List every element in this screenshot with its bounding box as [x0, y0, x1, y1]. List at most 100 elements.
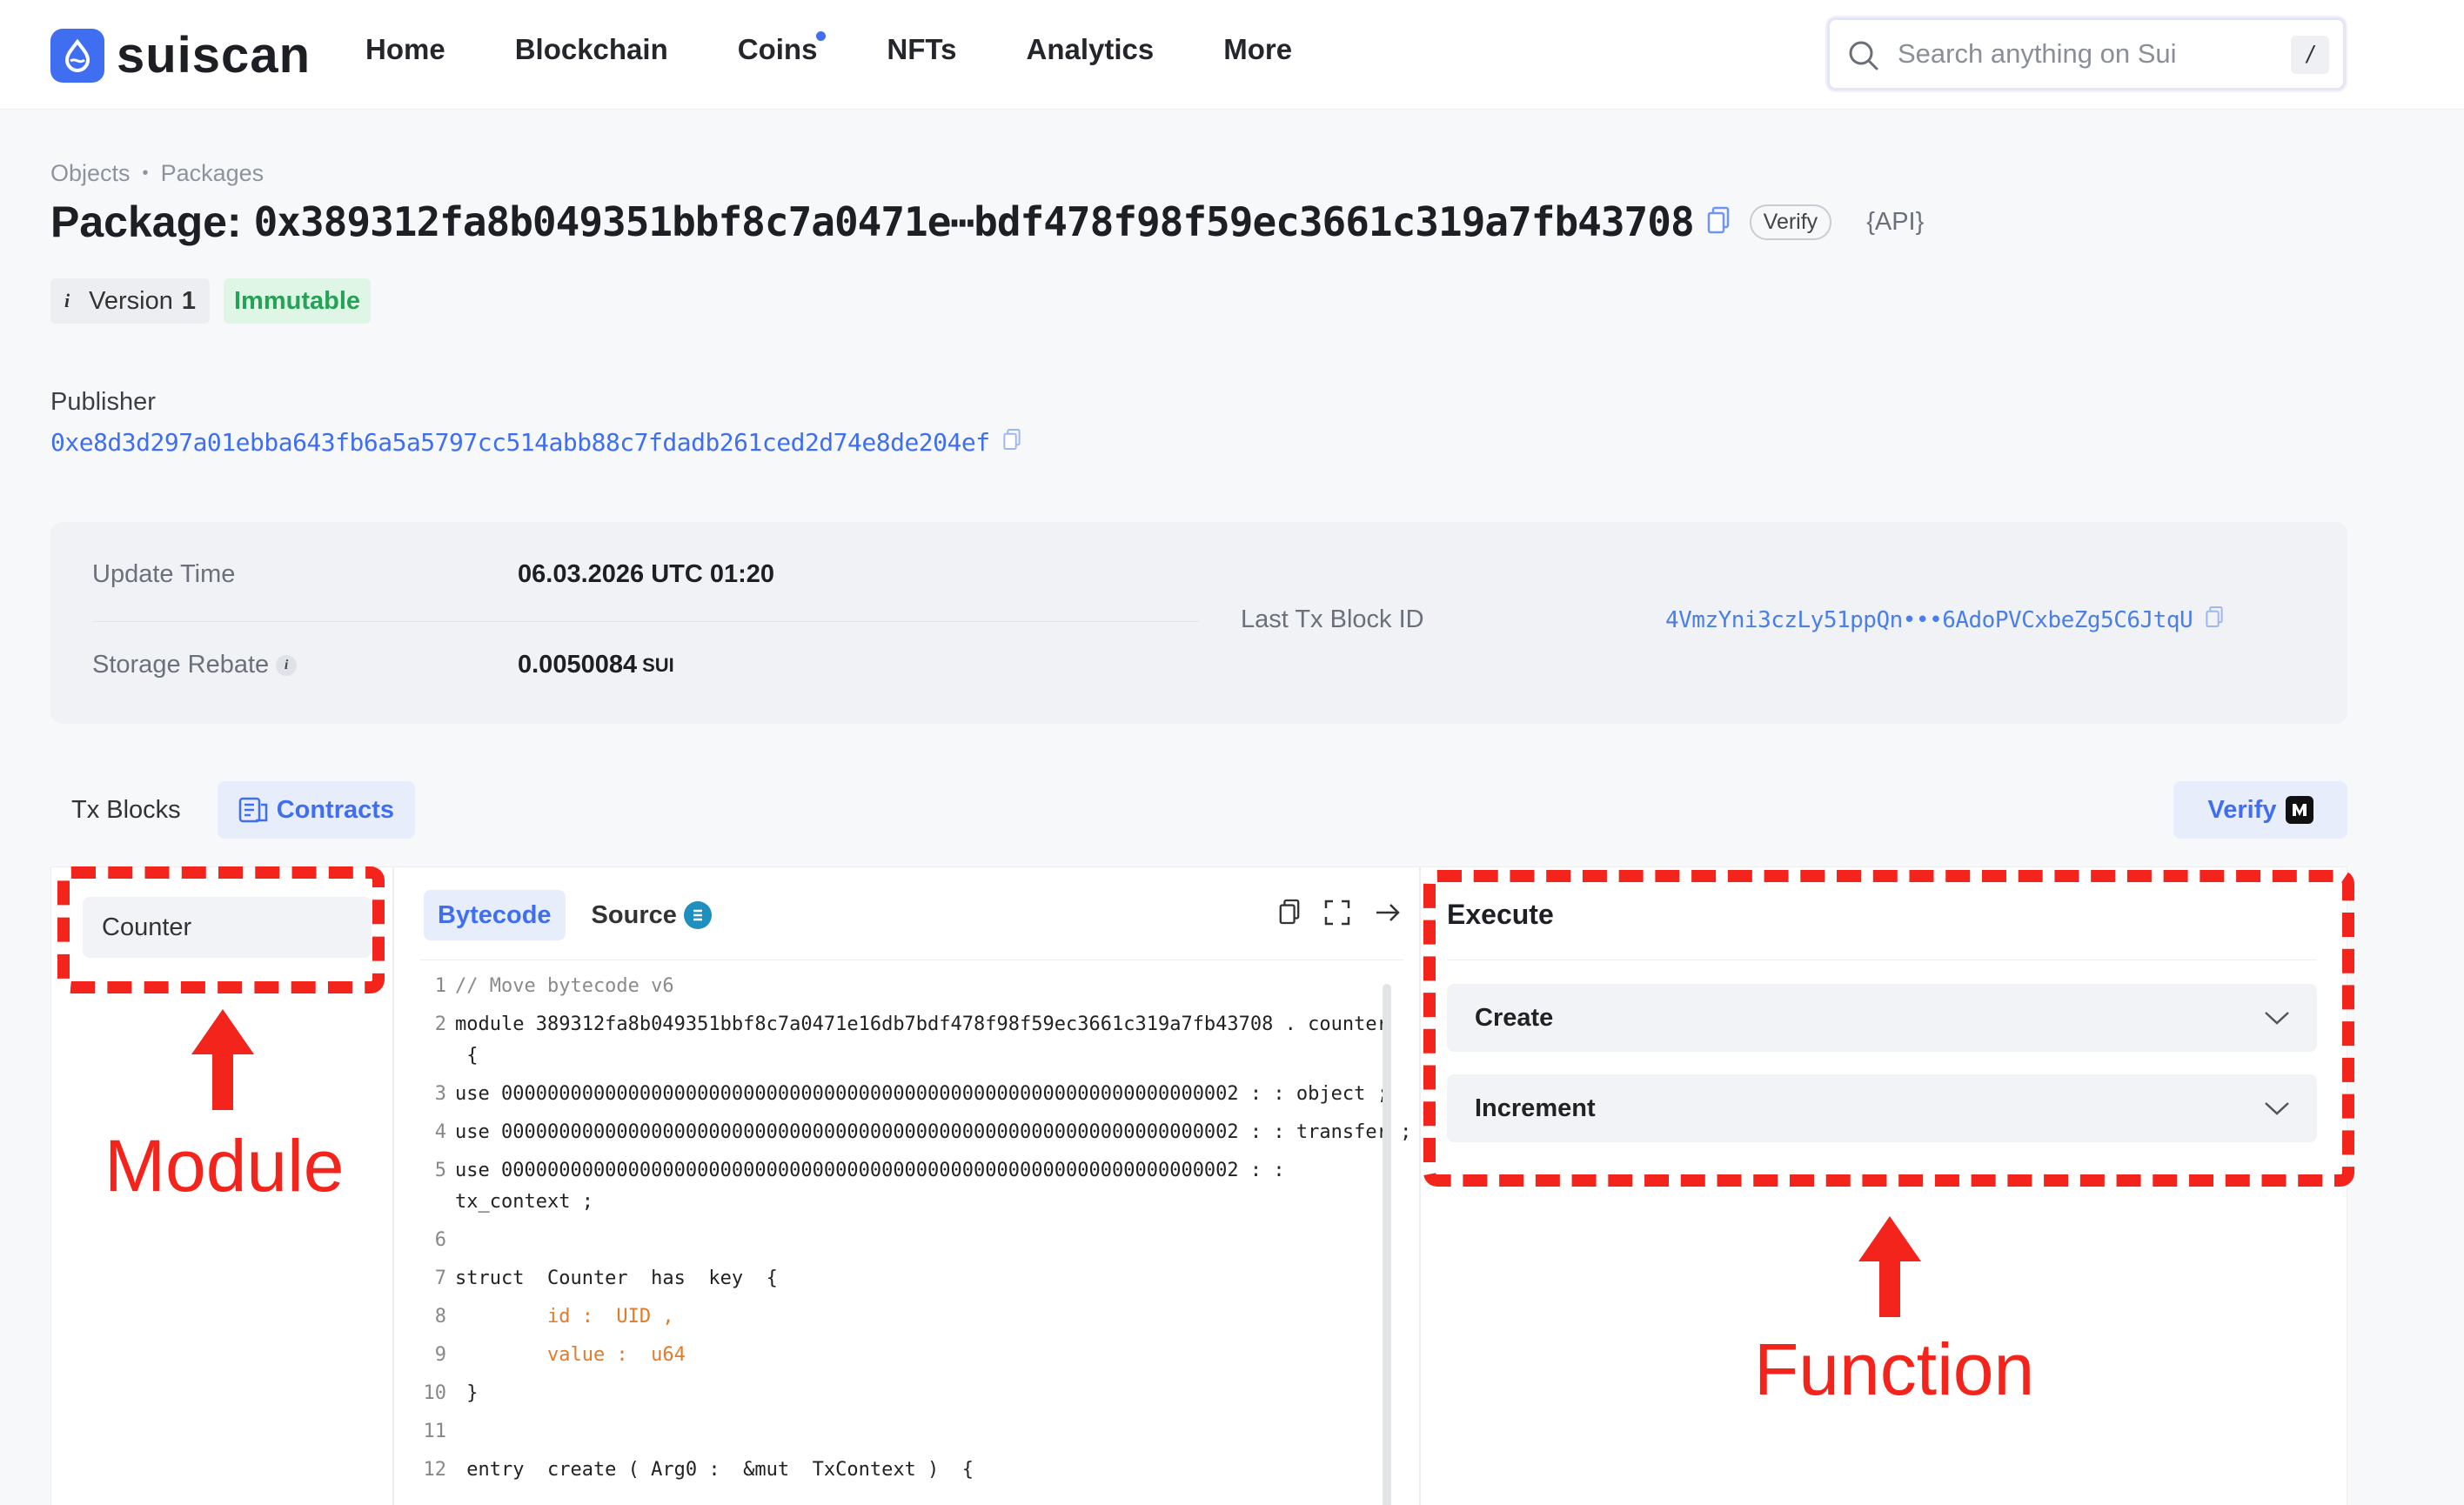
api-link[interactable]: {API}: [1866, 208, 1924, 237]
storage-rebate-unit: SUI: [642, 653, 674, 676]
code-text: use 000000000000000000000000000000000000…: [455, 1083, 1389, 1105]
verify-button[interactable]: Verify: [2173, 781, 2347, 839]
copy-icon[interactable]: [2205, 605, 2224, 634]
copy-icon[interactable]: [1706, 206, 1731, 238]
verify-pill[interactable]: Verify: [1749, 204, 1832, 240]
update-time-value: 06.03.2026 UTC 01:20: [518, 560, 775, 588]
breadcrumb-packages[interactable]: Packages: [161, 160, 264, 187]
badges: i Version 1 Immutable: [50, 278, 372, 324]
page-title: Package: 0x389312fa8b049351bbf8c7a0471e⋯…: [50, 197, 1924, 247]
search-box[interactable]: /: [1827, 17, 2346, 90]
title-prefix: Package:: [50, 197, 242, 246]
line-number: 12: [423, 1459, 447, 1481]
arrow-right-icon[interactable]: [1374, 899, 1402, 926]
code-panel: Bytecode Source 1 // Move bytecode v6 2 mo…: [393, 866, 1420, 1505]
move-logo-icon: [2285, 796, 2313, 824]
source-verified-icon: [683, 901, 712, 929]
function-annotation-label: Function: [1754, 1328, 2035, 1410]
code-text: struct Counter has key {: [455, 1268, 778, 1289]
version-number: 1: [181, 286, 196, 315]
module-annotation-label: Module: [104, 1125, 345, 1207]
line-number: 9: [434, 1344, 446, 1366]
sui-drop-icon: [50, 28, 104, 83]
line-number: 8: [434, 1306, 446, 1328]
last-tx-block-id: 4VmzYni3czLy51ppQn•••6AdoPVCxbeZg5C6JtqU: [1665, 606, 2193, 633]
line-number: 5: [434, 1160, 446, 1181]
line-number: 6: [434, 1229, 446, 1251]
update-time-row: Update Time: [92, 560, 235, 589]
storage-rebate-value-wrap: 0.0050084 SUI: [518, 651, 674, 679]
info-icon[interactable]: i: [276, 654, 298, 676]
immutable-badge: Immutable: [224, 278, 372, 324]
nav-coins[interactable]: Coins: [737, 31, 827, 66]
breadcrumb-objects[interactable]: Objects: [50, 160, 131, 187]
package-id: 0x389312fa8b049351bbf8c7a0471e⋯bdf478f98…: [253, 198, 1695, 245]
last-tx-block-link[interactable]: 4VmzYni3czLy51ppQn•••6AdoPVCxbeZg5C6JtqU: [1665, 605, 2224, 634]
nav-home[interactable]: Home: [365, 33, 445, 66]
copy-icon[interactable]: [1002, 428, 1021, 457]
update-time-value-wrap: 06.03.2026 UTC 01:20: [518, 560, 774, 589]
last-tx-label: Last Tx Block ID: [1241, 605, 1424, 633]
storage-rebate-value: 0.0050084: [518, 651, 638, 679]
code-text: }: [455, 1382, 479, 1404]
code-text: use 000000000000000000000000000000000000…: [455, 1160, 1285, 1181]
nav-more[interactable]: More: [1223, 33, 1292, 66]
arrow-up-icon: [1855, 1216, 1925, 1321]
line-number: 2: [434, 1013, 446, 1035]
function-highlight-box: [1423, 870, 2354, 1187]
contract-icon: [238, 797, 267, 823]
line-number: 4: [434, 1121, 446, 1143]
code-text: entry create ( Arg0 : &mut TxContext ) {: [455, 1459, 974, 1481]
search-icon: [1847, 39, 1880, 77]
code-toolbar: [1255, 899, 1402, 926]
code-text: // Move bytecode v6: [455, 975, 674, 997]
breadcrumb-separator: •: [142, 164, 149, 183]
package-tabs: Tx Blocks Contracts: [50, 781, 416, 839]
publisher-label: Publisher: [50, 388, 156, 416]
search-input[interactable]: [1898, 34, 2272, 74]
suiscan-logo[interactable]: suiscan: [50, 26, 311, 84]
tab-source[interactable]: Source: [578, 890, 726, 940]
code-text: module 389312fa8b049351bbf8c7a0471e16db7…: [455, 1013, 1389, 1035]
code-scrollbar[interactable]: [1383, 984, 1391, 1505]
info-icon: i: [64, 290, 70, 311]
package-info-card: Update Time 06.03.2026 UTC 01:20 Storage…: [50, 522, 2347, 724]
version-label: Version: [89, 286, 173, 315]
tab-bytecode[interactable]: Bytecode: [424, 890, 566, 940]
search-shortcut-key: /: [2291, 36, 2329, 74]
line-number: 11: [423, 1421, 447, 1442]
tab-tx-blocks[interactable]: Tx Blocks: [50, 781, 202, 839]
copy-icon[interactable]: [1278, 899, 1301, 926]
verify-button-label: Verify: [2207, 795, 2277, 824]
last-tx-value-wrap: 4VmzYni3czLy51ppQn•••6AdoPVCxbeZg5C6JtqU: [1665, 605, 2224, 634]
code-text: value : u64: [455, 1344, 686, 1366]
nav-coins-label: Coins: [737, 33, 818, 65]
logo-text: suiscan: [117, 27, 311, 84]
tab-contracts[interactable]: Contracts: [217, 781, 416, 839]
divider: [92, 621, 1199, 622]
fullscreen-icon[interactable]: [1323, 899, 1351, 926]
new-indicator-dot: [816, 31, 827, 41]
tab-contracts-label: Contracts: [276, 795, 395, 824]
line-number: 3: [434, 1083, 446, 1105]
version-badge: i Version 1: [50, 278, 210, 324]
publisher-address[interactable]: 0xe8d3d297a01ebba643fb6a5a5797cc514abb88…: [50, 428, 990, 457]
arrow-up-icon: [188, 1009, 258, 1114]
line-number: 1: [434, 975, 446, 997]
code-text: {: [455, 1045, 479, 1067]
tab-source-label: Source: [591, 900, 677, 929]
nav-analytics[interactable]: Analytics: [1026, 33, 1154, 66]
main-nav: Home Blockchain Coins NFTs Analytics Mor…: [365, 31, 1362, 66]
nav-nfts[interactable]: NFTs: [887, 33, 956, 66]
top-header: suiscan Home Blockchain Coins NFTs Analy…: [0, 0, 2464, 110]
code-text: id : UID ,: [455, 1306, 674, 1328]
line-number: 10: [423, 1382, 447, 1404]
last-tx-row: Last Tx Block ID: [1241, 605, 1424, 634]
publisher-address-row: 0xe8d3d297a01ebba643fb6a5a5797cc514abb88…: [50, 428, 1021, 457]
code-tabs: Bytecode Source: [424, 890, 726, 940]
update-time-label: Update Time: [92, 560, 236, 588]
breadcrumb: Objects • Packages: [50, 160, 264, 187]
storage-rebate-row: Storage Rebate i: [92, 651, 298, 679]
nav-blockchain[interactable]: Blockchain: [515, 33, 668, 66]
module-highlight-box: [57, 866, 385, 993]
